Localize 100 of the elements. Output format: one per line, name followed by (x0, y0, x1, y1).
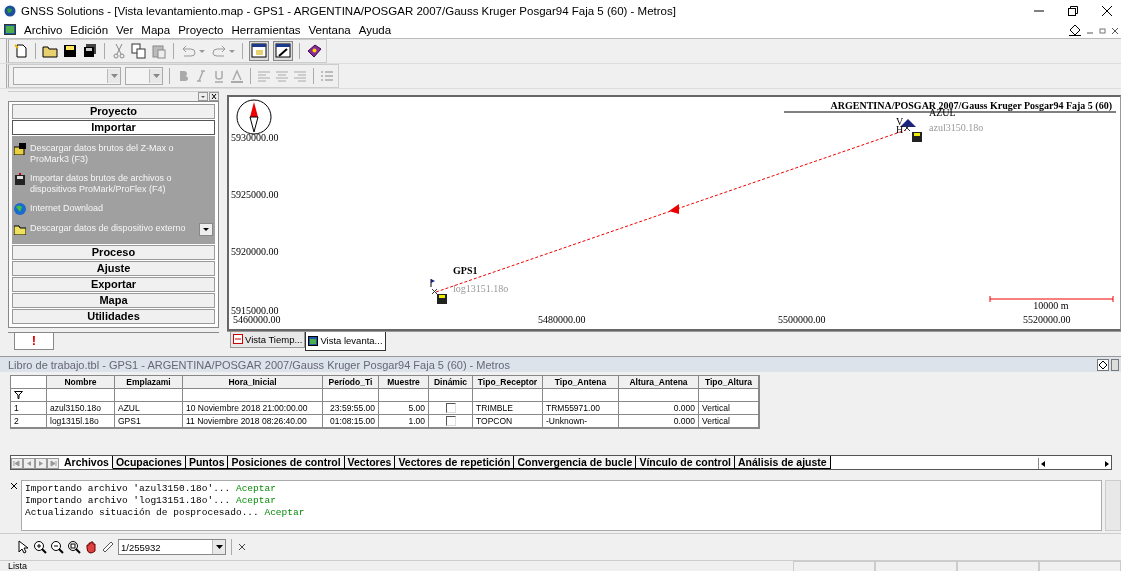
diamond-icon[interactable] (1097, 358, 1109, 371)
menu-item[interactable]: Ayuda (358, 23, 392, 36)
scroll-left-icon[interactable] (1039, 459, 1047, 468)
filter-cell[interactable] (183, 389, 323, 403)
view-tab[interactable]: Vista levanta... (305, 331, 386, 351)
section-header[interactable]: Proceso (12, 244, 215, 260)
table-cell: TOPCON (473, 415, 543, 429)
section-header[interactable]: Proyecto (12, 103, 215, 119)
save-icon[interactable] (62, 42, 78, 59)
last-page-icon[interactable] (47, 458, 59, 470)
zoom-extent-icon[interactable] (67, 540, 81, 555)
caret-icon (215, 545, 223, 550)
scroll-right-icon[interactable] (1103, 459, 1111, 468)
menu-item[interactable]: Ventana (308, 23, 351, 36)
filter-cell[interactable] (543, 389, 619, 403)
section-header[interactable]: Exportar (12, 276, 215, 292)
sidebar-tab[interactable]: ! (14, 333, 54, 351)
globe-icon (4, 4, 16, 17)
row-number: 1 (11, 402, 47, 416)
sheet-tab[interactable]: Puntos (185, 456, 229, 470)
help-book-icon[interactable] (306, 42, 322, 59)
filter-cell[interactable] (699, 389, 759, 403)
view-tab[interactable]: Vista Tiemp... (230, 331, 306, 348)
filter-cell[interactable] (11, 389, 47, 403)
restore-icon[interactable] (1067, 4, 1079, 17)
ruler-icon[interactable] (101, 540, 115, 555)
floppy-icon (14, 173, 26, 186)
table-cell: TRM55971.00 (543, 402, 619, 416)
scroll-down-icon[interactable] (199, 222, 213, 236)
sheet-tab[interactable]: Archivos (61, 456, 113, 470)
pointer-icon[interactable] (16, 540, 30, 555)
diamond-icon[interactable] (1068, 23, 1082, 36)
log-line: Importando archivo 'log13151.18o'... Aceptar (25, 495, 277, 508)
filter-cell[interactable] (379, 389, 429, 403)
filter-cell[interactable] (47, 389, 115, 403)
column-header[interactable]: Altura_Antena (619, 376, 699, 390)
sheet-tab[interactable]: Ocupaciones (112, 456, 186, 470)
table-cell: 23:59:55.00 (323, 402, 379, 416)
caret-icon (110, 73, 118, 78)
column-header[interactable]: Período_Ti (323, 376, 379, 390)
download-icon (14, 143, 26, 156)
menu-item[interactable]: Proyecto (178, 23, 224, 36)
copy-icon[interactable] (131, 42, 147, 59)
compass-icon (236, 99, 272, 135)
column-header[interactable]: Nombre (47, 376, 115, 390)
map-window-icon[interactable] (273, 40, 293, 61)
section-header[interactable]: Ajuste (12, 260, 215, 276)
column-header[interactable]: Tipo_Altura (699, 376, 759, 390)
menu-item[interactable]: Mapa (141, 23, 171, 36)
sheet-tab[interactable]: Posiciones de control (228, 456, 345, 470)
table-cell: 1.00 (379, 415, 429, 429)
filter-cell[interactable] (323, 389, 379, 403)
sheet-tab[interactable]: Vínculo de control (636, 456, 735, 470)
workbook-title: Libro de trabajo.tbl - GPS1 - ARGENTINA/POSGAR 2007/Gauss Kruger Posgar94 Faja 5 (60) - Metros (8, 358, 510, 371)
column-header[interactable]: Tipo_Receptor (473, 376, 543, 390)
table-cell: 01:08:15.00 (323, 415, 379, 429)
table-cell: 0.000 (619, 415, 699, 429)
previous-page-icon[interactable] (23, 458, 35, 470)
axis-label: 5925000.00 (231, 188, 279, 200)
table-cell: log1315l.18o (47, 415, 115, 429)
sheet-tab[interactable]: Vectores (344, 456, 396, 470)
column-header[interactable]: Emplazami (115, 376, 183, 390)
zoom-out-icon[interactable] (50, 540, 64, 555)
first-page-icon[interactable] (11, 458, 23, 470)
filter-cell[interactable] (429, 389, 473, 403)
column-header[interactable]: Dinámic (429, 376, 473, 390)
menu-item[interactable]: Archivo (24, 23, 63, 36)
table-cell: 10 Noviembre 2018 21:00:00.00 (183, 402, 323, 416)
menu-item[interactable]: Herramientas (231, 23, 301, 36)
table-cell: 11 Noviembre 2018 08:26:40.00 (183, 415, 323, 429)
filter-cell[interactable] (115, 389, 183, 403)
menu-item[interactable]: Edición (70, 23, 109, 36)
section-header[interactable]: Importar (12, 119, 215, 135)
column-header[interactable]: Muestre (379, 376, 429, 390)
window-icon[interactable] (249, 40, 269, 61)
sheet-tab[interactable]: Convergencia de bucle (514, 456, 637, 470)
column-header[interactable]: Tipo_Antena (543, 376, 619, 390)
table-cell: 5.00 (379, 402, 429, 416)
axis-label: 5930000.00 (231, 131, 279, 143)
menu-item[interactable]: Ver (116, 23, 134, 36)
section-header[interactable]: Mapa (12, 292, 215, 308)
status-text: Lista (8, 561, 27, 571)
table-cell: 0.000 (619, 402, 699, 416)
column-header[interactable]: Hora_Inicial (183, 376, 323, 390)
next-page-icon[interactable] (35, 458, 47, 470)
checkbox[interactable] (445, 416, 456, 427)
table-cell: GPS1 (115, 415, 183, 429)
sheet-tab[interactable]: Análisis de ajuste (734, 456, 831, 470)
filter-cell[interactable] (473, 389, 543, 403)
horizontal-scrollbar[interactable] (1038, 458, 1111, 470)
save-all-icon[interactable] (82, 42, 98, 59)
text-color-icon[interactable] (230, 68, 244, 83)
sheet-tab[interactable]: Vectores de repetición (395, 456, 515, 470)
vertical-scrollbar[interactable] (1105, 480, 1121, 532)
scale-dropdown[interactable]: 1/255932 (118, 539, 226, 556)
zoom-in-icon[interactable] (33, 540, 47, 555)
filter-cell[interactable] (619, 389, 699, 403)
checkbox[interactable] (445, 403, 456, 414)
section-header[interactable]: Utilidades (12, 308, 215, 324)
new-file-icon[interactable] (13, 42, 29, 59)
